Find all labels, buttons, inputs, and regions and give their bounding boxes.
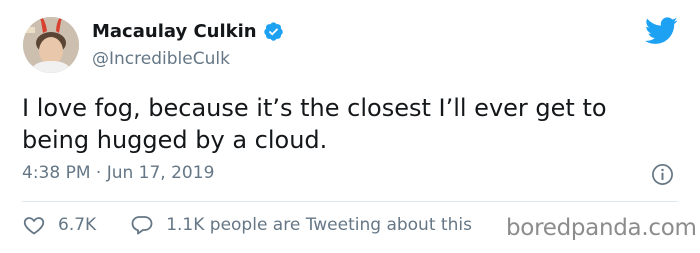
author-name[interactable]: Macaulay Culkin: [92, 21, 257, 42]
like-count: 6.7K: [58, 215, 97, 235]
watermark: boredpanda.com: [506, 215, 697, 241]
tweeting-about-label: 1.1K people are Tweeting about this: [166, 215, 472, 235]
avatar[interactable]: [23, 17, 79, 73]
verified-badge-icon: [263, 22, 283, 41]
author-handle[interactable]: @IncredibleCulk: [92, 49, 230, 69]
like-button[interactable]: 6.7K: [22, 213, 96, 237]
speech-bubble-icon: [131, 216, 153, 235]
tweet-text: I love fog, because it’s the closest I’l…: [22, 94, 607, 154]
twitter-bird-icon[interactable]: [645, 17, 678, 45]
tweet-timestamp[interactable]: 4:38 PM · Jun 17, 2019: [22, 163, 214, 183]
heart-icon: [23, 217, 45, 235]
info-icon[interactable]: [651, 163, 674, 186]
divider: [22, 201, 678, 202]
tweeting-about-link[interactable]: 1.1K people are Tweeting about this: [130, 213, 472, 237]
